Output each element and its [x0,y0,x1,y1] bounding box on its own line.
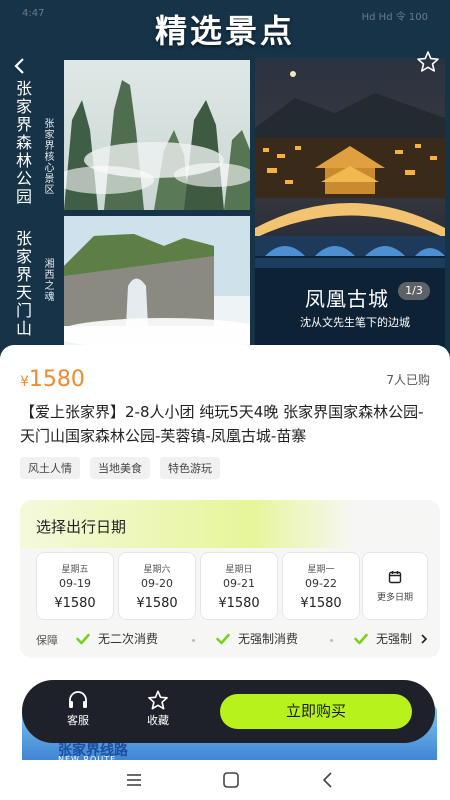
guarantee-text: 无强制消费 [238,632,299,646]
system-back-button[interactable] [316,770,340,790]
date-option[interactable]: 星期一 09-22 ¥1580 [282,552,360,620]
hero-gallery: 4:47 Hd Hd 令 100 精选景点 张家界森林公园 张家界核心景区 张家… [0,0,450,360]
date-weekday: 星期日 [225,565,253,575]
date-value: 09-19 [59,577,91,590]
date-value: 09-20 [141,577,173,590]
spot-sub-fenghuang: 沈从文先生笔下的边城 [300,316,410,329]
date-weekday: 星期六 [143,565,171,575]
star-icon [148,690,168,710]
favorite-top-button[interactable] [416,50,440,74]
favorite-label: 收藏 [147,714,169,727]
tag-item[interactable]: 风土人情 [20,457,80,479]
buy-now-button[interactable]: 立即购买 [220,694,412,729]
recent-apps-button[interactable] [122,770,146,790]
check-icon [354,633,368,644]
headset-icon [69,691,87,708]
customer-service-label: 客服 [67,714,89,727]
check-icon [76,633,90,644]
date-option[interactable]: 星期日 09-21 ¥1580 [200,552,278,620]
date-price: ¥1580 [300,596,342,611]
home-button[interactable] [219,770,243,790]
bottom-action-bar: 客服 收藏 立即购买 [22,680,435,743]
sold-count: 7人已购 [386,373,430,387]
date-weekday: 星期一 [307,565,335,575]
product-title: 【爱上张家界】2-8人小团 纯玩5天4晚 张家界国家森林公园-天门山国家森林公园… [20,403,424,445]
guarantee-item: 无强制消费 [216,630,298,647]
spot-name-forest-park: 张家界森林公园 [13,80,32,206]
calendar-icon [388,571,402,584]
tag-item[interactable]: 当地美食 [90,457,150,479]
tag-list: 风土人情 当地美食 特色游玩 [20,457,220,479]
tag-item[interactable]: 特色游玩 [160,457,220,479]
date-selector-heading: 选择出行日期 [36,518,127,536]
price-value: 1580 [28,367,85,392]
date-weekday: 星期五 [61,565,89,575]
home-square-icon [223,772,239,788]
spot-name-tianmen: 张家界天门山 [13,230,32,338]
product-price: ¥1580 [20,367,85,392]
date-value: 09-21 [223,577,255,590]
guarantee-item[interactable]: 无强制 [354,630,428,647]
tianmen-mountain-photo[interactable] [64,216,250,346]
favorite-button[interactable]: 收藏 [133,690,183,728]
guarantee-label: 保障 [36,634,58,647]
chevron-left-icon [14,58,24,74]
more-dates-button[interactable]: 更多日期 [362,552,428,620]
star-icon [417,51,439,72]
forest-park-photo[interactable] [64,60,250,210]
customer-service-button[interactable]: 客服 [53,690,103,728]
spot-sub-forest-park: 张家界核心景区 [42,118,53,195]
date-value: 09-22 [305,577,337,590]
price-currency: ¥ [20,374,29,390]
spot-sub-tianmen: 湘西之魂 [42,258,53,302]
back-triangle-icon [322,772,332,788]
date-option[interactable]: 星期五 09-19 ¥1580 [36,552,114,620]
date-price: ¥1580 [136,596,178,611]
more-dates-label: 更多日期 [376,593,413,603]
date-option[interactable]: 星期六 09-20 ¥1580 [118,552,196,620]
gallery-pager: 1/3 [398,282,430,300]
date-selector: 选择出行日期 星期五 09-19 ¥1580 星期六 09-20 ¥1580 星… [20,500,440,658]
menu-icon [127,774,141,786]
system-nav-bar [0,760,450,800]
check-icon [216,633,230,644]
back-button[interactable] [10,56,30,76]
page-title: 精选景点 [154,12,295,50]
date-price: ¥1580 [54,596,96,611]
guarantee-item: 无二次消费 [76,630,158,647]
guarantee-text: 无二次消费 [98,632,159,646]
guarantee-text: 无强制 [376,632,413,646]
date-price: ¥1580 [218,596,260,611]
chevron-right-icon [421,633,428,644]
spot-name-fenghuang: 凤凰古城 [305,287,389,311]
